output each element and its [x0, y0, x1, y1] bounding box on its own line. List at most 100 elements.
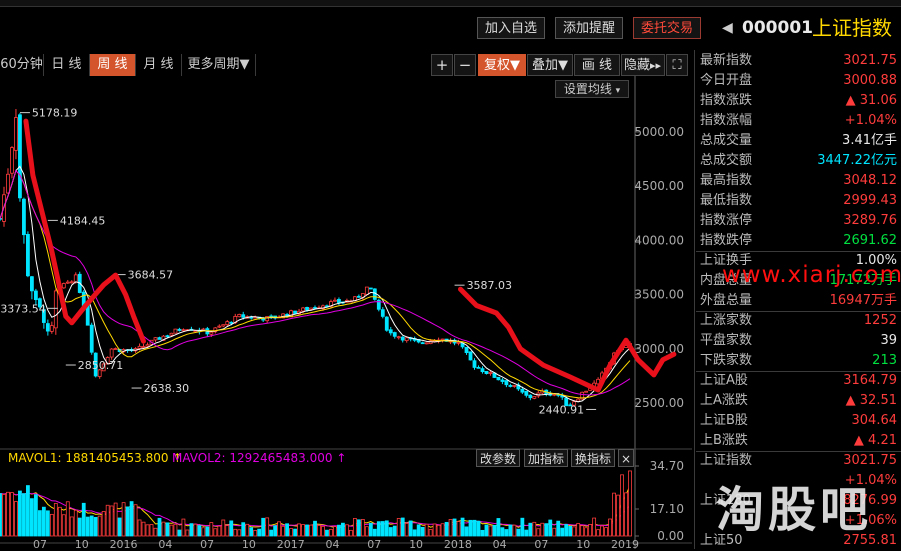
candle-body: [480, 368, 485, 373]
candle-body: [488, 371, 493, 374]
quote-value: 304.64: [851, 413, 898, 428]
draw-line-button[interactable]: 画 线: [574, 54, 620, 76]
candle-body: [388, 329, 393, 334]
close-icon[interactable]: ×: [618, 449, 634, 467]
volume-axis: 34.70 17.10 0.00: [635, 459, 684, 543]
volume-bar: [396, 518, 401, 537]
candle-body: [301, 307, 305, 312]
add-watchlist-button[interactable]: 加入自选: [477, 17, 545, 39]
switch-indicator-button[interactable]: 换指标: [571, 449, 615, 467]
quote-label: 指数涨跌: [700, 93, 753, 108]
more-periods-dropdown[interactable]: 更多周期▼: [182, 54, 256, 76]
hide-button[interactable]: 隐藏▸▸: [621, 54, 665, 76]
candle-body: [313, 307, 317, 309]
candle-body: [404, 337, 409, 342]
trade-button[interactable]: 委托交易: [633, 17, 701, 39]
period-60min-tab[interactable]: 60分钟: [0, 54, 44, 76]
candle-body: [193, 330, 198, 333]
volume-bar: [540, 522, 545, 537]
candle-body: [420, 342, 425, 345]
volume-bar: [628, 470, 632, 537]
fullscreen-icon[interactable]: ⛶: [666, 54, 688, 76]
volume-bar: [77, 517, 82, 537]
volume-bar: [432, 523, 437, 537]
fuquan-dropdown[interactable]: 复权▼: [478, 54, 526, 76]
quote-value: 1252: [863, 313, 897, 328]
volume-bar: [576, 523, 581, 537]
quote-panel: 最新指数 3021.75 今日开盘 3000.88 指数涨跌 ▲ 31.06 指数涨幅 +1.…: [694, 50, 901, 549]
period-day-tab[interactable]: 日 线: [44, 54, 90, 76]
volume-bar: [177, 529, 182, 537]
period-week-tab[interactable]: 周 线: [90, 54, 136, 76]
ma-settings-label: 设置均线: [563, 82, 612, 96]
candle-body: [10, 147, 14, 174]
candle-body: [18, 114, 22, 199]
quote-value: 3289.76: [843, 213, 897, 228]
quote-row: 外盘总量 16947万手: [696, 291, 901, 311]
volume-bar: [484, 524, 489, 537]
candle-body: [576, 398, 581, 402]
ma-settings-button[interactable]: 设置均线 ▾: [555, 80, 629, 98]
volume-bar: [380, 521, 385, 537]
volume-bar: [420, 526, 425, 537]
candle-body: [153, 337, 158, 341]
add-alert-button[interactable]: 添加提醒: [555, 17, 623, 39]
candle-body: [157, 337, 162, 340]
add-indicator-button[interactable]: 加指标: [524, 449, 568, 467]
candle-body: [29, 276, 34, 292]
volume-bar: [145, 524, 150, 537]
x-tick-label: 04: [326, 538, 340, 549]
volume-bar: [245, 523, 250, 537]
volume-bar: [364, 526, 369, 537]
volume-bar: [448, 519, 453, 537]
volume-bar: [492, 524, 497, 537]
chart-toolbar: 60分钟 日 线 周 线 月 线 更多周期▼ + − 复权▼ 叠加▼ 画 线 隐…: [0, 54, 692, 76]
candle-body: [424, 342, 429, 345]
index-name: 上证指数: [812, 16, 892, 40]
quote-row: 今日开盘 3000.88: [696, 71, 901, 91]
quote-row: 平盘家数 39: [696, 331, 901, 351]
price-chart[interactable]: 5178.19 4184.45 3373.54 3684.57 2850.71 2638.…: [0, 76, 692, 549]
zoom-in-button[interactable]: +: [431, 54, 453, 76]
quote-value: 213: [872, 353, 897, 368]
volume-bar: [500, 527, 505, 537]
volume-bar: [257, 528, 262, 537]
candle-body: [476, 366, 481, 369]
volume-bar: [345, 524, 349, 537]
change-params-button[interactable]: 改参数: [476, 449, 520, 467]
candle-body: [500, 379, 505, 382]
volume-bar: [205, 526, 210, 537]
zoom-out-button[interactable]: −: [454, 54, 476, 76]
volume-bar: [608, 518, 612, 537]
quote-row: 上涨家数 1252: [696, 311, 901, 331]
volume-bar: [313, 520, 317, 537]
volume-bar: [568, 525, 573, 537]
volume-bar: [560, 527, 565, 537]
quote-row: 总成交量 3.41亿手: [696, 131, 901, 151]
volume-bar: [265, 517, 270, 537]
volume-bar: [532, 521, 537, 537]
back-arrow-icon[interactable]: ◀: [722, 14, 733, 42]
y-tick-label: 2500.00: [634, 396, 684, 410]
x-tick-label: 2018: [444, 538, 472, 549]
candle-body: [89, 324, 94, 353]
overlay-dropdown[interactable]: 叠加▼: [527, 54, 573, 76]
volume-bar: [516, 528, 521, 537]
candle-body: [49, 325, 54, 332]
candle-body: [380, 309, 385, 317]
quote-label: 最新指数: [700, 53, 753, 68]
quote-label: 上证B股: [700, 413, 748, 428]
quote-label: 内盘总量: [700, 273, 753, 288]
top-bar: 加入自选 添加提醒 委托交易 ◀ 000001 上证指数: [0, 8, 901, 46]
volume-bar: [356, 519, 361, 537]
volume-bar: [173, 523, 178, 537]
quote-label: 最低指数: [700, 193, 753, 208]
candle-body: [137, 345, 142, 349]
quote-value: 2755.81: [843, 533, 897, 548]
period-month-tab[interactable]: 月 线: [136, 54, 182, 76]
quote-label: 指数涨停: [700, 213, 753, 228]
candle-body: [177, 328, 182, 331]
volume-bar: [352, 518, 357, 537]
volume-bar: [49, 513, 54, 537]
quote-label: 最高指数: [700, 173, 753, 188]
